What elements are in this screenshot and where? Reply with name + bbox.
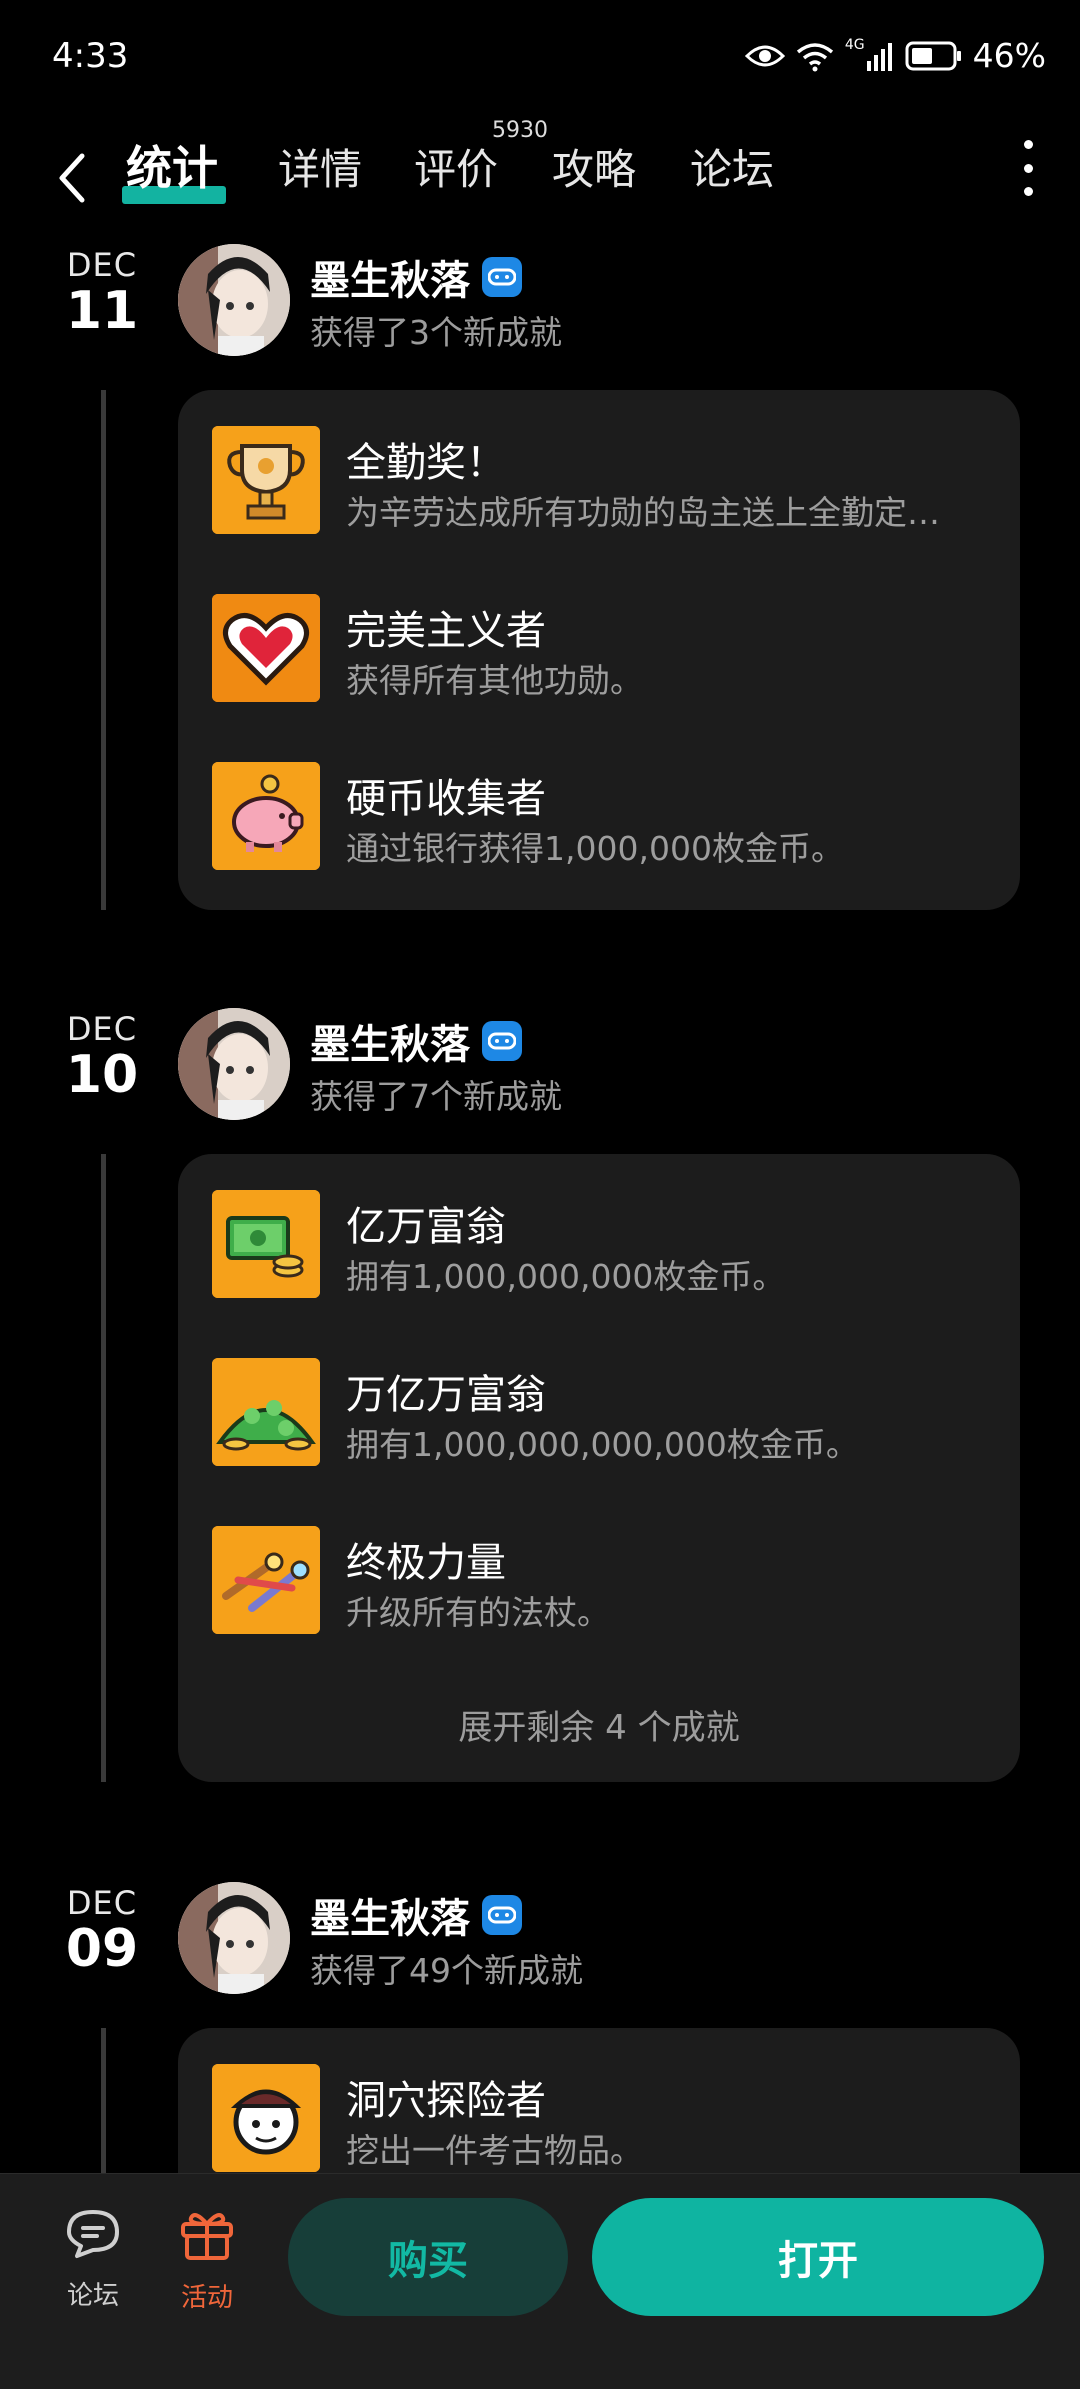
bottom-activity-label: 活动 xyxy=(180,2283,233,2313)
bottom-forum-button[interactable]: 论坛 xyxy=(38,2206,148,2312)
date-month: DEC xyxy=(66,246,138,284)
achievement-desc: 拥有1,000,000,000枚金币。 xyxy=(346,1257,786,1296)
user-avatar-icon xyxy=(178,1882,290,1994)
achievement-title: 洞穴探险者 xyxy=(346,2078,546,2124)
achievement-title: 万亿万富翁 xyxy=(346,1372,546,1418)
achievement-card: 洞穴探险者 挖出一件考古物品。 xyxy=(178,2028,1020,2173)
back-arrow-icon xyxy=(59,153,85,203)
network-label: 4G xyxy=(844,36,865,53)
avatar[interactable] xyxy=(178,1882,290,1994)
piggy-bank-icon xyxy=(212,762,320,870)
achievement-title: 完美主义者 xyxy=(346,608,546,654)
achievement-item[interactable]: 硬币收集者 通过银行获得1,000,000枚金币。 xyxy=(212,762,1002,872)
achievement-desc: 通过银行获得1,000,000枚金币。 xyxy=(346,829,844,868)
user-avatar-icon xyxy=(178,244,290,356)
achievement-title: 亿万富翁 xyxy=(346,1204,506,1250)
bottom-forum-label: 论坛 xyxy=(66,2281,119,2311)
date-day: 09 xyxy=(65,1919,139,1979)
tab-details[interactable]: 详情 xyxy=(278,136,362,197)
achievement-card: 全勤奖！ 为辛劳达成所有功勋的岛主送上全勤定… 完美主义者 获得所有其他功勋。 xyxy=(178,390,1020,910)
timeline-line xyxy=(101,1154,106,1782)
battery-icon xyxy=(905,41,961,70)
username-text: 墨生秋落 xyxy=(310,258,470,304)
user-avatar-icon xyxy=(178,1008,290,1120)
signal-icon: 4G xyxy=(845,37,895,71)
achievement-item[interactable]: 亿万富翁 拥有1,000,000,000枚金币。 xyxy=(212,1190,1002,1300)
achievement-item[interactable]: 终极力量 升级所有的法杖。 xyxy=(212,1526,1002,1636)
achievement-desc: 拥有1,000,000,000,000枚金币。 xyxy=(346,1425,859,1464)
money-pile-icon xyxy=(212,1358,320,1466)
date-label: DEC 09 xyxy=(52,1884,152,1977)
trophy-icon xyxy=(212,426,320,534)
timeline-line xyxy=(101,2028,106,2173)
battery-level: 46% xyxy=(972,36,1046,75)
username[interactable]: 墨生秋落 xyxy=(310,248,522,306)
open-button[interactable]: 打开 xyxy=(592,2198,1044,2316)
achievement-title: 终极力量 xyxy=(346,1540,506,1586)
expand-more-button[interactable]: 展开剩余 4 个成就 xyxy=(178,1700,1020,1749)
more-menu-button[interactable] xyxy=(1018,140,1038,196)
achievement-title: 全勤奖！ xyxy=(346,440,506,486)
achievement-item[interactable]: 全勤奖！ 为辛劳达成所有功勋的岛主送上全勤定… xyxy=(212,426,1002,536)
bottom-bar: 论坛 活动 购买 打开 xyxy=(0,2173,1080,2389)
review-count-badge: 5930 xyxy=(492,118,548,143)
tab-stats[interactable]: 统计 xyxy=(122,118,232,218)
tab-stats-label: 统计 xyxy=(126,141,218,195)
avatar[interactable] xyxy=(178,1008,290,1120)
bottom-activity-button[interactable]: 活动 xyxy=(152,2206,262,2314)
wifi-icon xyxy=(796,42,833,71)
date-day: 11 xyxy=(65,281,139,341)
date-month: DEC xyxy=(66,1884,138,1922)
username[interactable]: 墨生秋落 xyxy=(310,1886,522,1944)
more-dot-icon xyxy=(1023,187,1033,196)
explorer-icon xyxy=(212,2064,320,2172)
gift-icon xyxy=(181,2213,233,2260)
achievement-item[interactable]: 万亿万富翁 拥有1,000,000,000,000枚金币。 xyxy=(212,1358,1002,1468)
top-nav: 统计 详情 评价 5930 攻略 论坛 xyxy=(0,118,1080,238)
wands-icon xyxy=(212,1526,320,1634)
username[interactable]: 墨生秋落 xyxy=(310,1012,522,1070)
username-text: 墨生秋落 xyxy=(310,1896,470,1942)
tab-guides[interactable]: 攻略 xyxy=(552,136,636,197)
username-text: 墨生秋落 xyxy=(310,1022,470,1068)
gamepad-badge-icon xyxy=(482,1895,522,1935)
achievement-desc: 获得所有其他功勋。 xyxy=(346,661,643,700)
status-time: 4:33 xyxy=(52,36,129,76)
achievement-summary: 获得了7个新成就 xyxy=(310,1077,562,1116)
achievement-summary: 获得了3个新成就 xyxy=(310,313,562,352)
achievement-desc: 挖出一件考古物品。 xyxy=(346,2131,643,2170)
achievement-desc: 升级所有的法杖。 xyxy=(346,1593,610,1632)
forum-chat-icon xyxy=(67,2210,119,2258)
tab-forum[interactable]: 论坛 xyxy=(690,136,774,197)
buy-button[interactable]: 购买 xyxy=(288,2198,568,2316)
achievement-item[interactable]: 完美主义者 获得所有其他功勋。 xyxy=(212,594,1002,704)
status-icons: 4G 46% xyxy=(744,36,1046,75)
money-stack-icon xyxy=(212,1190,320,1298)
tab-reviews[interactable]: 评价 xyxy=(414,136,498,197)
eye-icon xyxy=(744,45,785,66)
achievement-desc: 为辛劳达成所有功勋的岛主送上全勤定… xyxy=(346,493,940,532)
date-label: DEC 10 xyxy=(52,1010,152,1103)
achievement-item[interactable]: 洞穴探险者 挖出一件考古物品。 xyxy=(212,2064,1002,2173)
achievement-feed[interactable]: DEC 11 墨生秋落 获得了3个新成就 全勤奖！ 为辛劳达成所有功勋的岛主送上… xyxy=(0,238,1080,2173)
more-dot-icon xyxy=(1023,140,1033,149)
back-button[interactable] xyxy=(52,136,92,216)
achievement-card: 亿万富翁 拥有1,000,000,000枚金币。 万亿万富翁 拥有1,000,0… xyxy=(178,1154,1020,1782)
timeline-line xyxy=(101,390,106,910)
more-dot-icon xyxy=(1023,163,1033,173)
date-day: 10 xyxy=(65,1045,139,1105)
gamepad-badge-icon xyxy=(482,1021,522,1061)
status-bar: 4:33 4G 46% xyxy=(0,0,1080,118)
avatar[interactable] xyxy=(178,244,290,356)
heart-icon xyxy=(212,594,320,702)
achievement-summary: 获得了49个新成就 xyxy=(310,1951,583,1990)
gamepad-badge-icon xyxy=(482,257,522,297)
date-month: DEC xyxy=(66,1010,138,1048)
date-label: DEC 11 xyxy=(52,246,152,339)
achievement-title: 硬币收集者 xyxy=(346,776,546,822)
